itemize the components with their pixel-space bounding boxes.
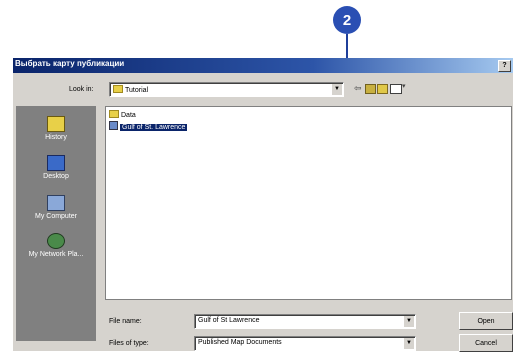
list-item[interactable]: Gulf of St. Lawrence [109,121,188,131]
files-of-type-label: Files of type: [109,340,149,347]
cancel-button[interactable]: Cancel [459,334,513,352]
file-name-label: File name: [109,318,142,325]
place-label: Desktop [43,173,69,180]
file-name-input[interactable]: Gulf of St Lawrence ▼ [194,314,416,329]
place-network[interactable]: My Network Pla... [16,233,96,258]
look-in-combo[interactable]: Tutorial ▼ [109,82,344,97]
place-label: My Network Pla... [28,251,84,258]
callout-badge: 2 [333,6,361,34]
view-dropdown-icon[interactable]: ▾ [402,82,406,90]
history-icon [47,116,65,132]
dialog-title: Выбрать карту публикации [15,59,125,68]
title-bar: Выбрать карту публикации ? [13,58,513,73]
place-history[interactable]: History [16,116,96,141]
look-in-label: Look in: [69,86,94,93]
new-folder-icon[interactable] [377,84,388,94]
look-in-value: Tutorial [125,87,149,94]
desktop-icon [47,155,65,171]
open-dialog: Выбрать карту публикации ? Look in: Tuto… [13,58,513,352]
up-folder-icon[interactable] [365,84,376,94]
computer-icon [47,195,65,211]
place-desktop[interactable]: Desktop [16,155,96,180]
place-my-computer[interactable]: My Computer [16,195,96,220]
network-globe-icon [47,233,65,249]
folder-icon [113,85,123,93]
chevron-down-icon[interactable]: ▼ [403,338,414,349]
places-bar: History Desktop My Computer My Network P… [16,106,96,341]
help-button[interactable]: ? [498,60,511,72]
file-list[interactable]: Data Gulf of St. Lawrence [105,106,512,300]
place-label: My Computer [34,213,77,220]
place-label: History [45,134,67,141]
list-item[interactable]: Data [109,110,136,119]
folder-icon [109,110,119,118]
files-of-type-select[interactable]: Published Map Documents ▼ [194,336,416,351]
open-button[interactable]: Open [459,312,513,330]
back-icon[interactable]: ⇦ [354,83,362,94]
chevron-down-icon[interactable]: ▼ [331,84,342,95]
map-document-icon [109,121,118,130]
chevron-down-icon[interactable]: ▼ [403,316,414,327]
view-menu-icon[interactable] [390,84,402,94]
